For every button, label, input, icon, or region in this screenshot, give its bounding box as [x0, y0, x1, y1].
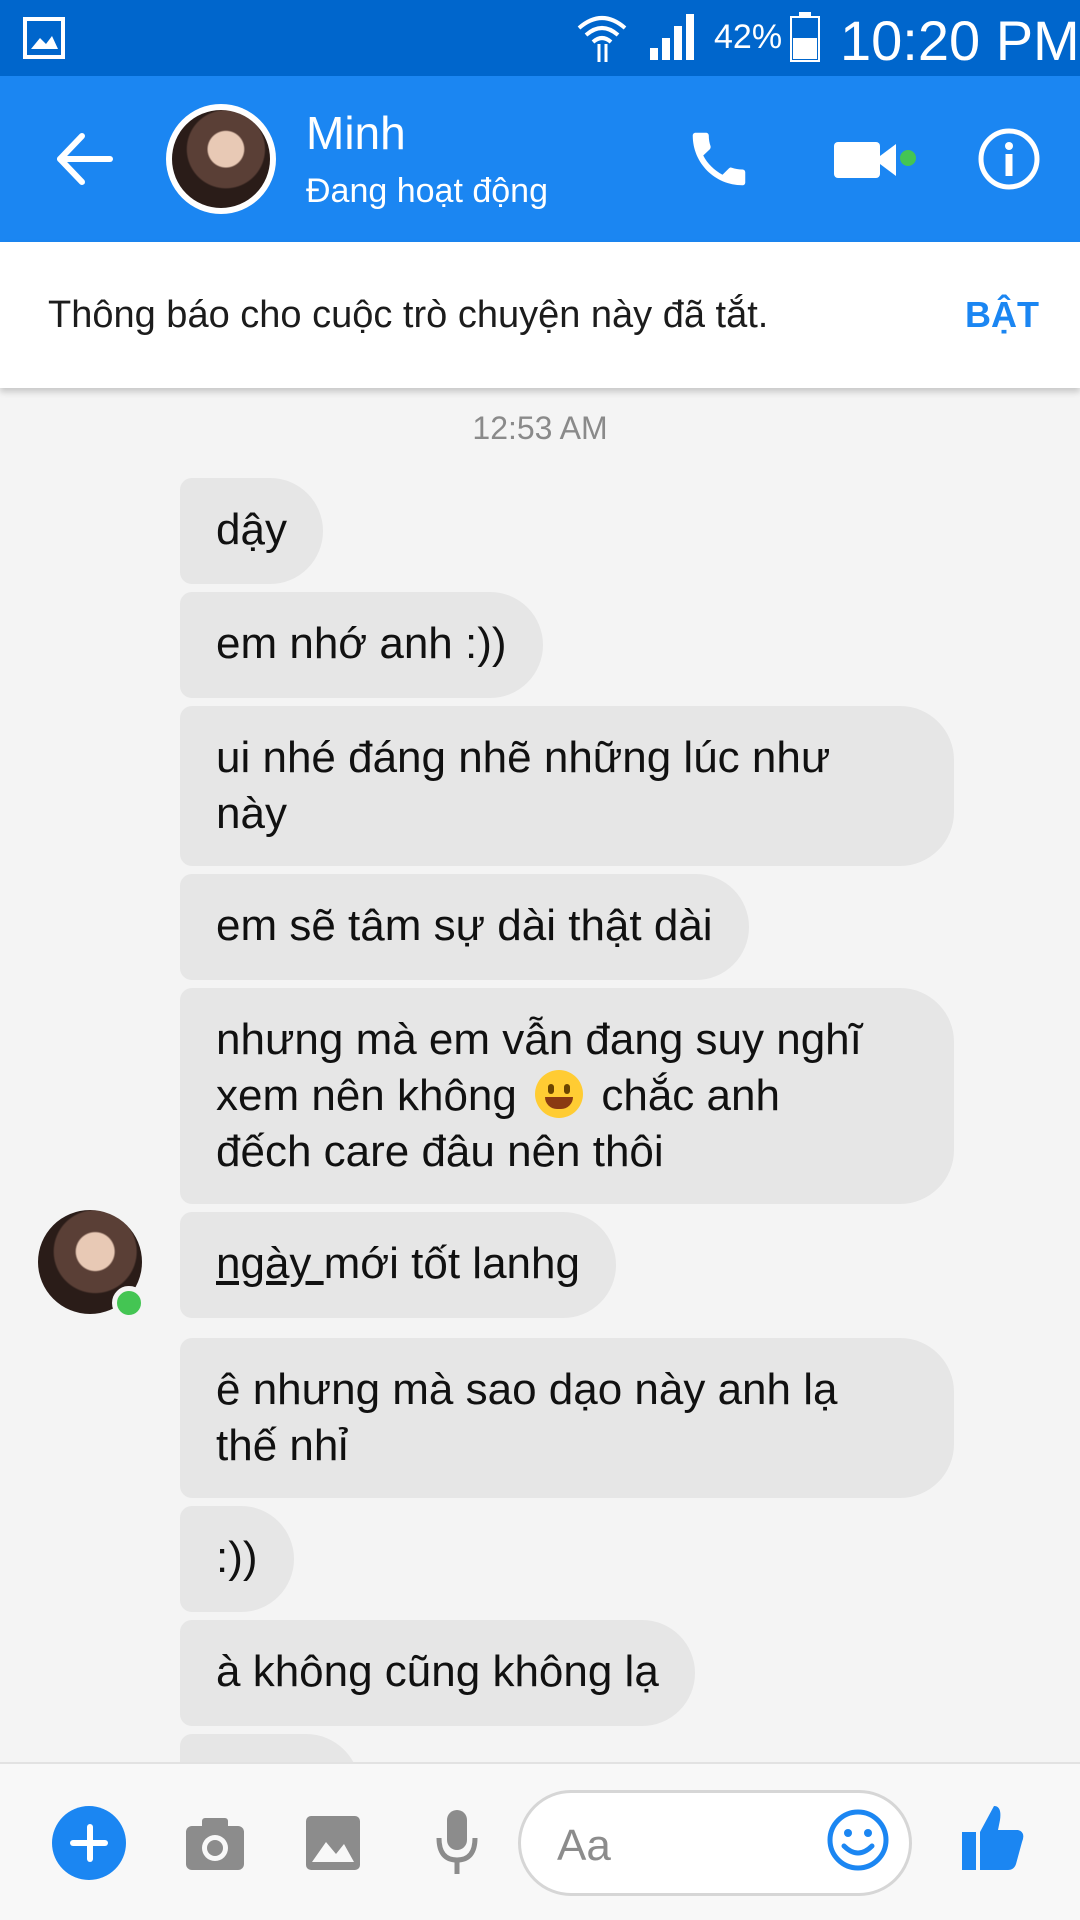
conversation-header: Minh Đang hoạt động — [0, 76, 1080, 242]
avatar-photo — [172, 110, 270, 208]
message-bubble[interactable]: em sẽ tâm sự dài thật dài — [180, 874, 749, 980]
image-icon[interactable] — [304, 1814, 362, 1872]
message-text-line: đếch care đâu nên thôi — [216, 1127, 664, 1176]
online-status-dot — [112, 1286, 146, 1320]
notifications-muted-banner: Thông báo cho cuộc trò chuyện này đã tắt… — [0, 242, 1080, 388]
message-text: xem nên không — [216, 1071, 517, 1120]
message-text-line: xem nên không chắc anh — [216, 1068, 918, 1124]
message-text-underlined: ngày — [216, 1239, 324, 1288]
message-text: em nhớ anh :)) — [216, 619, 507, 668]
message-bubble[interactable]: ngày mới tốt lanhg — [180, 1212, 616, 1318]
message-bubble[interactable]: em nhớ anh :)) — [180, 592, 543, 698]
message-timestamp: 12:53 AM — [472, 410, 608, 446]
wifi-icon — [577, 16, 627, 62]
message-bubble[interactable]: nhưng mà em vẫn đang suy nghĩ xem nên kh… — [180, 988, 954, 1204]
message-text: em sẽ tâm sự dài thật dài — [216, 901, 713, 950]
smiley-icon[interactable] — [826, 1808, 890, 1872]
message-text-line: nhưng mà em vẫn đang suy nghĩ — [216, 1015, 862, 1064]
contact-status: Đang hoạt động — [306, 172, 548, 210]
message-input-placeholder: Aa — [557, 1821, 611, 1870]
battery-percent: 42% — [714, 18, 783, 56]
message-text-line: ui nhé đáng nhẽ những lúc như — [216, 733, 831, 782]
message-text-line: ê nhưng mà sao dạo này anh lạ — [216, 1365, 838, 1414]
info-icon[interactable] — [976, 126, 1042, 192]
message-bubble[interactable]: ê nhưng mà sao dạo này anh lạ thế nhỉ — [180, 1338, 954, 1498]
contact-name[interactable]: Minh — [306, 106, 406, 160]
gallery-icon — [23, 17, 65, 59]
message-bubble[interactable]: dậy — [180, 478, 323, 584]
message-bubble[interactable]: à không cũng không lạ — [180, 1620, 695, 1726]
microphone-icon[interactable] — [434, 1808, 480, 1878]
message-bubble[interactable]: ui nhé đáng nhẽ những lúc như này — [180, 706, 954, 866]
video-online-indicator — [900, 150, 916, 166]
message-text-line: thế nhỉ — [216, 1421, 349, 1470]
message-text: chắc anh — [601, 1071, 780, 1120]
message-text: dậy — [216, 505, 287, 554]
grinning-face-emoji-icon — [535, 1070, 584, 1118]
thumbs-up-icon[interactable] — [960, 1802, 1026, 1874]
battery-icon — [790, 12, 820, 62]
clock: 10:20 PM — [840, 9, 1080, 72]
message-text: à không cũng không lạ — [216, 1647, 659, 1696]
message-text-line: này — [216, 789, 287, 838]
message-bubble[interactable]: :)) — [180, 1506, 294, 1612]
message-text: mới tốt lanhg — [323, 1239, 580, 1288]
status-bar: 42% 10:20 PM — [0, 0, 1080, 76]
phone-icon[interactable] — [684, 124, 754, 194]
signal-icon — [650, 14, 694, 60]
contact-avatar[interactable] — [166, 104, 276, 214]
back-arrow-icon[interactable] — [50, 124, 120, 194]
turn-on-notifications-button[interactable]: BẬT — [965, 294, 1039, 336]
plus-icon[interactable] — [52, 1806, 126, 1880]
sender-avatar[interactable] — [38, 1210, 146, 1320]
camera-icon[interactable] — [184, 1814, 246, 1872]
message-composer: Aa — [0, 1762, 1080, 1920]
notice-text: Thông báo cho cuộc trò chuyện này đã tắt… — [48, 294, 769, 336]
message-text: :)) — [216, 1533, 258, 1582]
